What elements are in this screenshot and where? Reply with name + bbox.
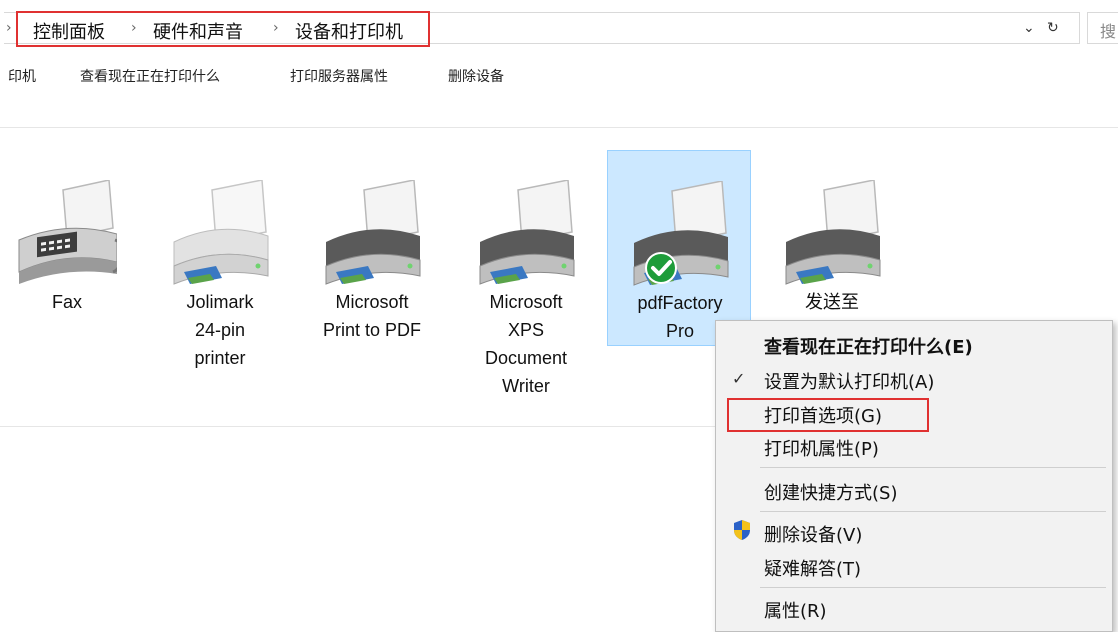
printer-icon — [173, 180, 269, 285]
breadcrumb-hardware-sound[interactable]: 硬件和声音 — [153, 18, 243, 44]
toolbar-add-printer-button[interactable]: 印机 — [8, 66, 36, 86]
history-dropdown-icon[interactable]: ⌄ — [1023, 20, 1035, 36]
device-label: Fax — [0, 288, 139, 316]
device-send-to[interactable]: 发送至 — [760, 150, 904, 346]
menu-separator — [760, 511, 1106, 512]
section-divider — [0, 127, 1118, 128]
device-label-line: Jolimark — [186, 292, 254, 312]
menu-item-set-default-printer[interactable]: 设置为默认打印机(A) — [764, 368, 934, 394]
command-bar: 印机 查看现在正在打印什么 打印服务器属性 删除设备 — [0, 55, 1118, 97]
device-label: 发送至 — [760, 288, 904, 316]
device-label-line: Microsoft — [489, 292, 563, 312]
breadcrumb-chevron-icon: › — [6, 20, 12, 36]
menu-separator — [760, 587, 1106, 588]
check-badge-icon — [645, 252, 677, 284]
fax-icon — [18, 180, 117, 284]
breadcrumb-chevron-icon: › — [273, 20, 279, 36]
menu-item-printer-properties[interactable]: 打印机属性(P) — [764, 435, 879, 461]
breadcrumb-chevron-icon: › — [131, 20, 137, 36]
device-pdffactory-pro[interactable]: pdfFactory Pro — [607, 150, 751, 346]
device-label-line: Writer — [502, 376, 550, 396]
breadcrumb-devices-printers[interactable]: 设备和打印机 — [295, 18, 403, 44]
menu-separator — [760, 467, 1106, 468]
printer-icon — [785, 180, 881, 285]
device-microsoft-print-to-pdf[interactable]: Microsoft Print to PDF — [300, 150, 444, 346]
breadcrumb-control-panel[interactable]: 控制面板 — [33, 18, 105, 44]
menu-item-see-whats-printing[interactable]: 查看现在正在打印什么(E) — [764, 333, 973, 359]
device-microsoft-xps-writer[interactable]: Microsoft XPS Document Writer — [454, 150, 598, 396]
device-label-line: Fax — [51, 292, 82, 312]
device-label-line: pdfFactory — [637, 293, 723, 313]
menu-item-printing-preferences[interactable]: 打印首选项(G) — [764, 402, 882, 428]
device-label: Microsoft Print to PDF — [300, 288, 444, 344]
checkmark-icon: ✓ — [732, 369, 746, 388]
device-label-line: 发送至 — [805, 292, 859, 312]
device-label-line: Print to PDF — [322, 320, 422, 340]
device-label-line: 24-pin — [194, 320, 246, 340]
refresh-icon[interactable]: ↻ — [1047, 20, 1059, 36]
device-label-line: Microsoft — [335, 292, 409, 312]
device-label-line: XPS — [507, 320, 545, 340]
menu-item-create-shortcut[interactable]: 创建快捷方式(S) — [764, 479, 897, 505]
device-label-line: Document — [484, 348, 568, 368]
toolbar-print-server-properties-button[interactable]: 打印服务器属性 — [290, 66, 388, 86]
menu-item-remove-device[interactable]: 删除设备(V) — [764, 521, 862, 547]
toolbar-see-printing-button[interactable]: 查看现在正在打印什么 — [80, 66, 220, 86]
menu-item-properties[interactable]: 属性(R) — [764, 597, 827, 623]
section-divider — [0, 426, 715, 427]
uac-shield-icon — [734, 520, 750, 540]
address-bar[interactable]: › 控制面板 › 硬件和声音 › 设备和打印机 ⌄ ↻ 搜 — [0, 8, 1118, 48]
device-label: Jolimark 24-pin printer — [148, 288, 292, 372]
device-label: Microsoft XPS Document Writer — [454, 288, 598, 400]
search-placeholder: 搜 — [1100, 22, 1117, 41]
device-label-line: printer — [194, 348, 246, 368]
device-jolimark[interactable]: Jolimark 24-pin printer — [148, 150, 292, 368]
menu-item-troubleshoot[interactable]: 疑难解答(T) — [764, 555, 861, 581]
printer-icon — [325, 180, 421, 285]
device-fax[interactable]: Fax — [0, 150, 139, 346]
context-menu: 查看现在正在打印什么(E) ✓ 设置为默认打印机(A) 打印首选项(G) 打印机… — [715, 320, 1113, 632]
printer-icon — [479, 180, 575, 285]
toolbar-remove-device-button[interactable]: 删除设备 — [448, 66, 504, 86]
